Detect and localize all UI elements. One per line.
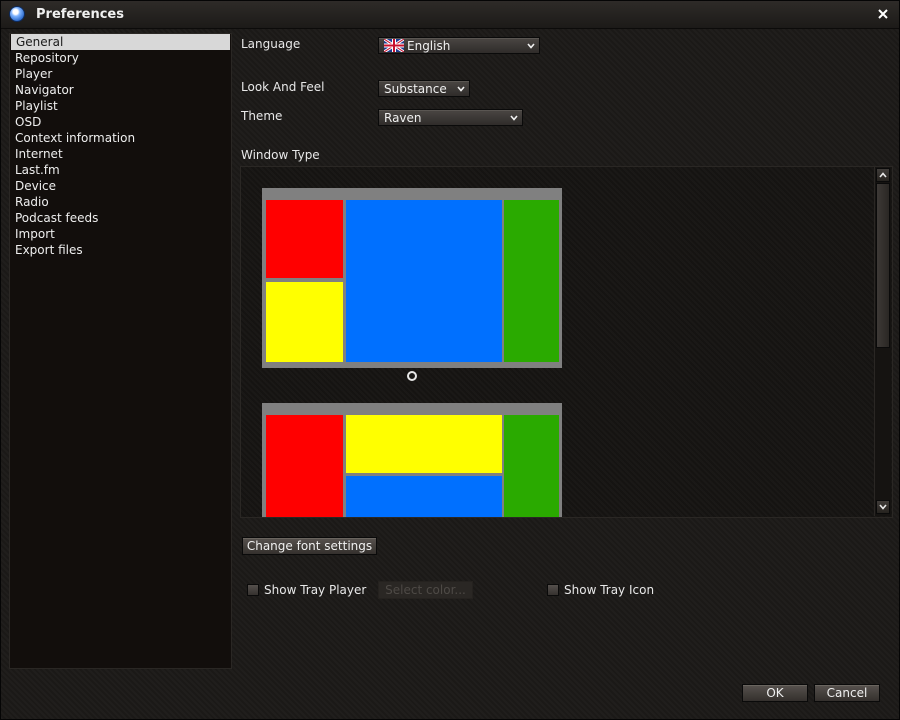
language-label: Language bbox=[241, 37, 301, 51]
layout-red-panel bbox=[266, 415, 343, 517]
sidebar-item-device[interactable]: Device bbox=[10, 178, 231, 194]
window-type-label: Window Type bbox=[241, 148, 320, 162]
sidebar-item-navigator[interactable]: Navigator bbox=[10, 82, 231, 98]
theme-value: Raven bbox=[384, 111, 422, 125]
sidebar-item-lastfm[interactable]: Last.fm bbox=[10, 162, 231, 178]
close-button[interactable] bbox=[875, 5, 891, 23]
theme-dropdown[interactable]: Raven bbox=[378, 109, 523, 126]
show-tray-player-label: Show Tray Player bbox=[264, 583, 367, 597]
window-layout-option-2[interactable] bbox=[262, 403, 562, 517]
sidebar-item-repository[interactable]: Repository bbox=[10, 50, 231, 66]
sidebar-item-player[interactable]: Player bbox=[10, 66, 231, 82]
preferences-window: Preferences General Repository Player Na… bbox=[0, 0, 900, 720]
chevron-down-icon bbox=[510, 115, 518, 121]
show-tray-icon-checkbox[interactable] bbox=[547, 584, 559, 596]
show-tray-icon-label: Show Tray Icon bbox=[564, 583, 655, 597]
sidebar-item-osd[interactable]: OSD bbox=[10, 114, 231, 130]
layout-option-1-radio[interactable] bbox=[407, 371, 417, 381]
sidebar-item-playlist[interactable]: Playlist bbox=[10, 98, 231, 114]
look-and-feel-value: Substance bbox=[384, 82, 447, 96]
layout-green-panel bbox=[504, 415, 559, 517]
sidebar-item-podcast-feeds[interactable]: Podcast feeds bbox=[10, 210, 231, 226]
scroll-down-button[interactable] bbox=[876, 500, 890, 514]
layout-yellow-panel bbox=[346, 415, 502, 473]
window-title: Preferences bbox=[36, 7, 124, 22]
change-font-settings-button[interactable]: Change font settings bbox=[242, 537, 377, 555]
language-value: English bbox=[407, 39, 451, 53]
sidebar-item-radio[interactable]: Radio bbox=[10, 194, 231, 210]
sidebar-item-general[interactable]: General bbox=[11, 34, 230, 50]
scrollbar-thumb[interactable] bbox=[876, 183, 890, 348]
show-tray-player-checkbox[interactable] bbox=[247, 584, 259, 596]
language-dropdown[interactable]: English bbox=[378, 37, 540, 54]
sidebar-item-context-information[interactable]: Context information bbox=[10, 130, 231, 146]
preview-scrollbar[interactable] bbox=[874, 167, 891, 516]
sidebar-item-import[interactable]: Import bbox=[10, 226, 231, 242]
layout-blue-panel bbox=[346, 476, 502, 517]
ok-button[interactable]: OK bbox=[742, 684, 808, 702]
window-layout-option-1[interactable] bbox=[262, 188, 562, 368]
layout-green-panel bbox=[504, 200, 559, 362]
chevron-down-icon bbox=[527, 43, 535, 49]
chevron-up-icon bbox=[879, 172, 887, 178]
layout-yellow-panel bbox=[266, 282, 343, 362]
app-icon bbox=[10, 7, 24, 21]
category-list[interactable]: General Repository Player Navigator Play… bbox=[9, 33, 232, 669]
window-type-preview-list[interactable] bbox=[240, 166, 893, 518]
uk-flag-icon bbox=[384, 39, 404, 52]
title-bar[interactable]: Preferences bbox=[1, 1, 899, 29]
sidebar-item-internet[interactable]: Internet bbox=[10, 146, 231, 162]
chevron-down-icon bbox=[879, 504, 887, 510]
sidebar-item-export-files[interactable]: Export files bbox=[10, 242, 231, 258]
select-color-button[interactable]: Select color... bbox=[378, 581, 473, 599]
scroll-up-button[interactable] bbox=[876, 168, 890, 182]
chevron-down-icon bbox=[457, 86, 465, 92]
layout-blue-panel bbox=[346, 200, 502, 362]
theme-label: Theme bbox=[241, 109, 283, 123]
cancel-button[interactable]: Cancel bbox=[814, 684, 880, 702]
layout-red-panel bbox=[266, 200, 343, 278]
look-and-feel-dropdown[interactable]: Substance bbox=[378, 80, 470, 97]
look-and-feel-label: Look And Feel bbox=[241, 80, 325, 94]
close-icon bbox=[878, 9, 888, 19]
